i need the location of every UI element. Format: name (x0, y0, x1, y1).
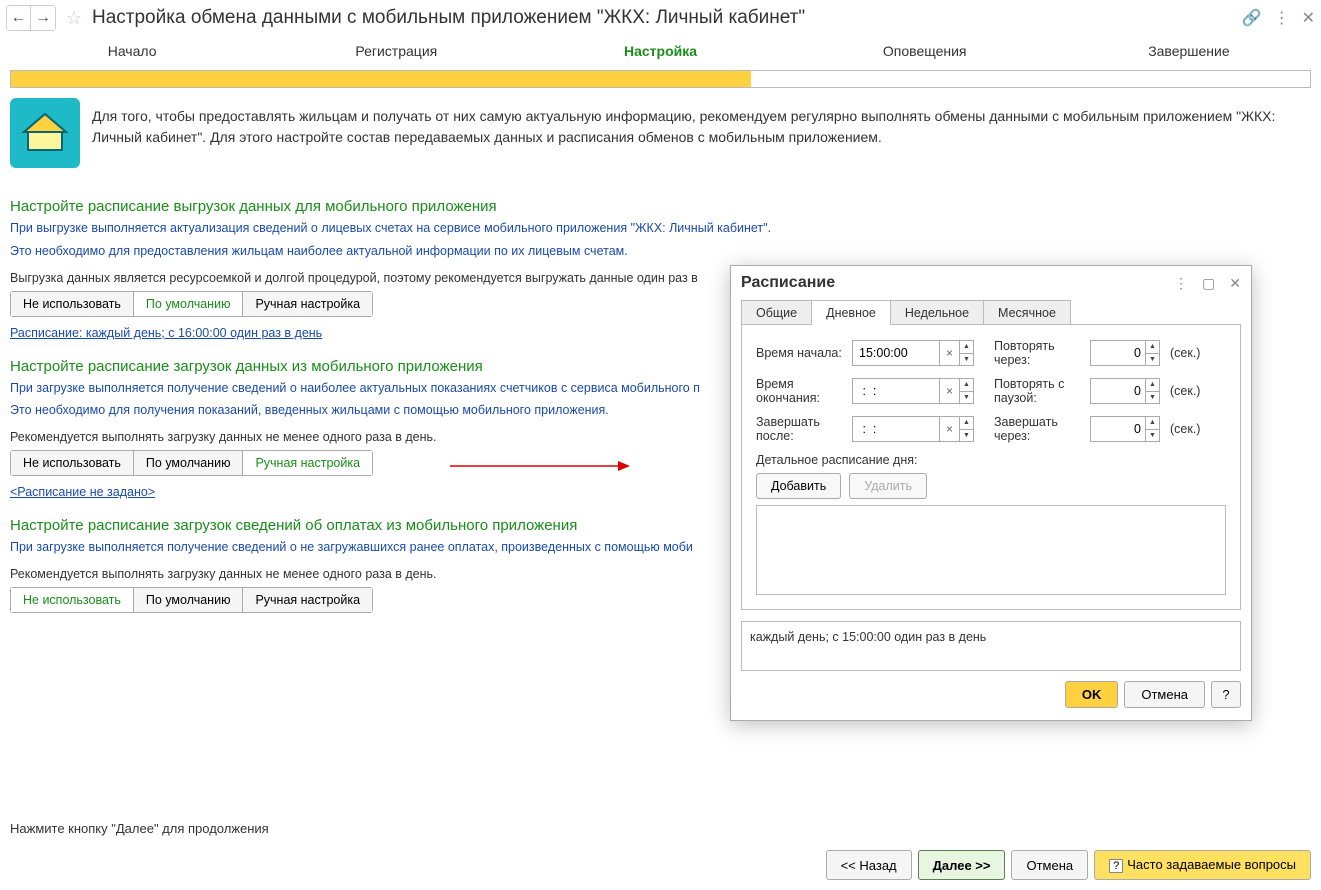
section1-desc2: Это необходимо для предоставления жильца… (10, 242, 1311, 261)
sec2-schedule-link[interactable]: <Расписание не задано> (10, 485, 155, 499)
dialog-more-icon[interactable]: ⋮ (1174, 275, 1188, 292)
start-time-down[interactable]: ▼ (960, 354, 973, 366)
sec2-btn-none[interactable]: Не использовать (11, 451, 134, 475)
footer-hint: Нажмите кнопку "Далее" для продолжения (10, 821, 269, 836)
start-time-label: Время начала: (756, 346, 846, 360)
sec3-btn-none[interactable]: Не использовать (11, 588, 134, 612)
end-time-down[interactable]: ▼ (960, 392, 973, 404)
tab-monthly[interactable]: Месячное (983, 300, 1071, 325)
schedule-dialog: Расписание ⋮ ▢ ✕ Общие Дневное Недельное… (730, 265, 1252, 721)
faq-label: Часто задаваемые вопросы (1127, 857, 1296, 872)
dialog-close-icon[interactable]: ✕ (1229, 275, 1241, 292)
start-time-up[interactable]: ▲ (960, 341, 973, 354)
repeat-every-label: Повторять через: (994, 339, 1084, 367)
faq-button[interactable]: ?Часто задаваемые вопросы (1094, 850, 1311, 880)
sec2-btn-manual[interactable]: Ручная настройка (243, 451, 372, 475)
cancel-button[interactable]: Отмена (1011, 850, 1088, 880)
step-finish[interactable]: Завершение (1057, 43, 1321, 59)
link-icon[interactable]: 🔗 (1242, 8, 1262, 28)
page-title: Настройка обмена данными с мобильным при… (92, 7, 1238, 29)
sec-unit-2: (сек.) (1170, 384, 1200, 398)
add-button[interactable]: Добавить (756, 473, 841, 499)
section1-desc1: При выгрузке выполняется актуализация св… (10, 219, 1311, 238)
schedule-summary: каждый день; с 15:00:00 один раз в день (741, 621, 1241, 671)
dialog-help-button[interactable]: ? (1211, 681, 1241, 708)
repeat-pause-input[interactable] (1091, 379, 1145, 403)
sec1-btn-none[interactable]: Не использовать (11, 292, 134, 316)
repeat-pause-down[interactable]: ▼ (1146, 392, 1159, 404)
nav-back-button[interactable]: ← (7, 6, 31, 30)
repeat-every-up[interactable]: ▲ (1146, 341, 1159, 354)
more-icon[interactable]: ⋮ (1274, 8, 1290, 28)
nav-forward-button[interactable]: → (31, 6, 55, 30)
close-icon[interactable]: ✕ (1302, 8, 1315, 28)
detail-label: Детальное расписание дня: (756, 453, 1226, 467)
tab-general[interactable]: Общие (741, 300, 812, 325)
end-every-label: Завершать через: (994, 415, 1084, 443)
end-every-down[interactable]: ▼ (1146, 430, 1159, 442)
section1-title: Настройте расписание выгрузок данных для… (10, 198, 1311, 215)
progress-bar (10, 70, 1311, 88)
dialog-cancel-button[interactable]: Отмена (1124, 681, 1205, 708)
sec1-btn-manual[interactable]: Ручная настройка (243, 292, 372, 316)
detail-schedule-list[interactable] (756, 505, 1226, 595)
step-notify[interactable]: Оповещения (793, 43, 1057, 59)
repeat-pause-up[interactable]: ▲ (1146, 379, 1159, 392)
end-every-input[interactable] (1091, 417, 1145, 441)
end-after-up[interactable]: ▲ (960, 417, 973, 430)
dialog-ok-button[interactable]: OK (1065, 681, 1119, 708)
start-time-input[interactable] (853, 341, 939, 365)
end-every-up[interactable]: ▲ (1146, 417, 1159, 430)
next-button[interactable]: Далее >> (918, 850, 1006, 880)
intro-text: Для того, чтобы предоставлять жильцам и … (92, 98, 1311, 168)
sec1-btn-default[interactable]: По умолчанию (134, 292, 244, 316)
app-icon (10, 98, 80, 168)
step-register[interactable]: Регистрация (264, 43, 528, 59)
repeat-every-input[interactable] (1091, 341, 1145, 365)
end-time-clear[interactable]: × (939, 379, 959, 403)
dialog-maximize-icon[interactable]: ▢ (1202, 275, 1215, 292)
end-time-label: Время окончания: (756, 377, 846, 405)
end-after-input[interactable] (853, 417, 939, 441)
repeat-every-down[interactable]: ▼ (1146, 354, 1159, 366)
annotation-arrow (450, 458, 630, 474)
repeat-pause-label: Повторять с паузой: (994, 377, 1084, 405)
end-after-clear[interactable]: × (939, 417, 959, 441)
sec3-btn-manual[interactable]: Ручная настройка (243, 588, 372, 612)
start-time-clear[interactable]: × (939, 341, 959, 365)
sec3-btn-default[interactable]: По умолчанию (134, 588, 244, 612)
sec-unit-3: (сек.) (1170, 422, 1200, 436)
tab-daily[interactable]: Дневное (811, 300, 891, 325)
end-time-up[interactable]: ▲ (960, 379, 973, 392)
end-time-input[interactable] (853, 379, 939, 403)
back-button[interactable]: << Назад (826, 850, 912, 880)
dialog-title: Расписание (741, 274, 1174, 292)
end-after-label: Завершать после: (756, 415, 846, 443)
tab-weekly[interactable]: Недельное (890, 300, 984, 325)
favorite-star-icon[interactable]: ☆ (64, 8, 84, 28)
end-after-down[interactable]: ▼ (960, 430, 973, 442)
wizard-steps: Начало Регистрация Настройка Оповещения … (0, 36, 1321, 66)
sec-unit-1: (сек.) (1170, 346, 1200, 360)
step-setup[interactable]: Настройка (528, 43, 792, 59)
delete-button: Удалить (849, 473, 927, 499)
sec1-schedule-link[interactable]: Расписание: каждый день; с 16:00:00 один… (10, 326, 322, 340)
step-start[interactable]: Начало (0, 43, 264, 59)
sec2-btn-default[interactable]: По умолчанию (134, 451, 244, 475)
